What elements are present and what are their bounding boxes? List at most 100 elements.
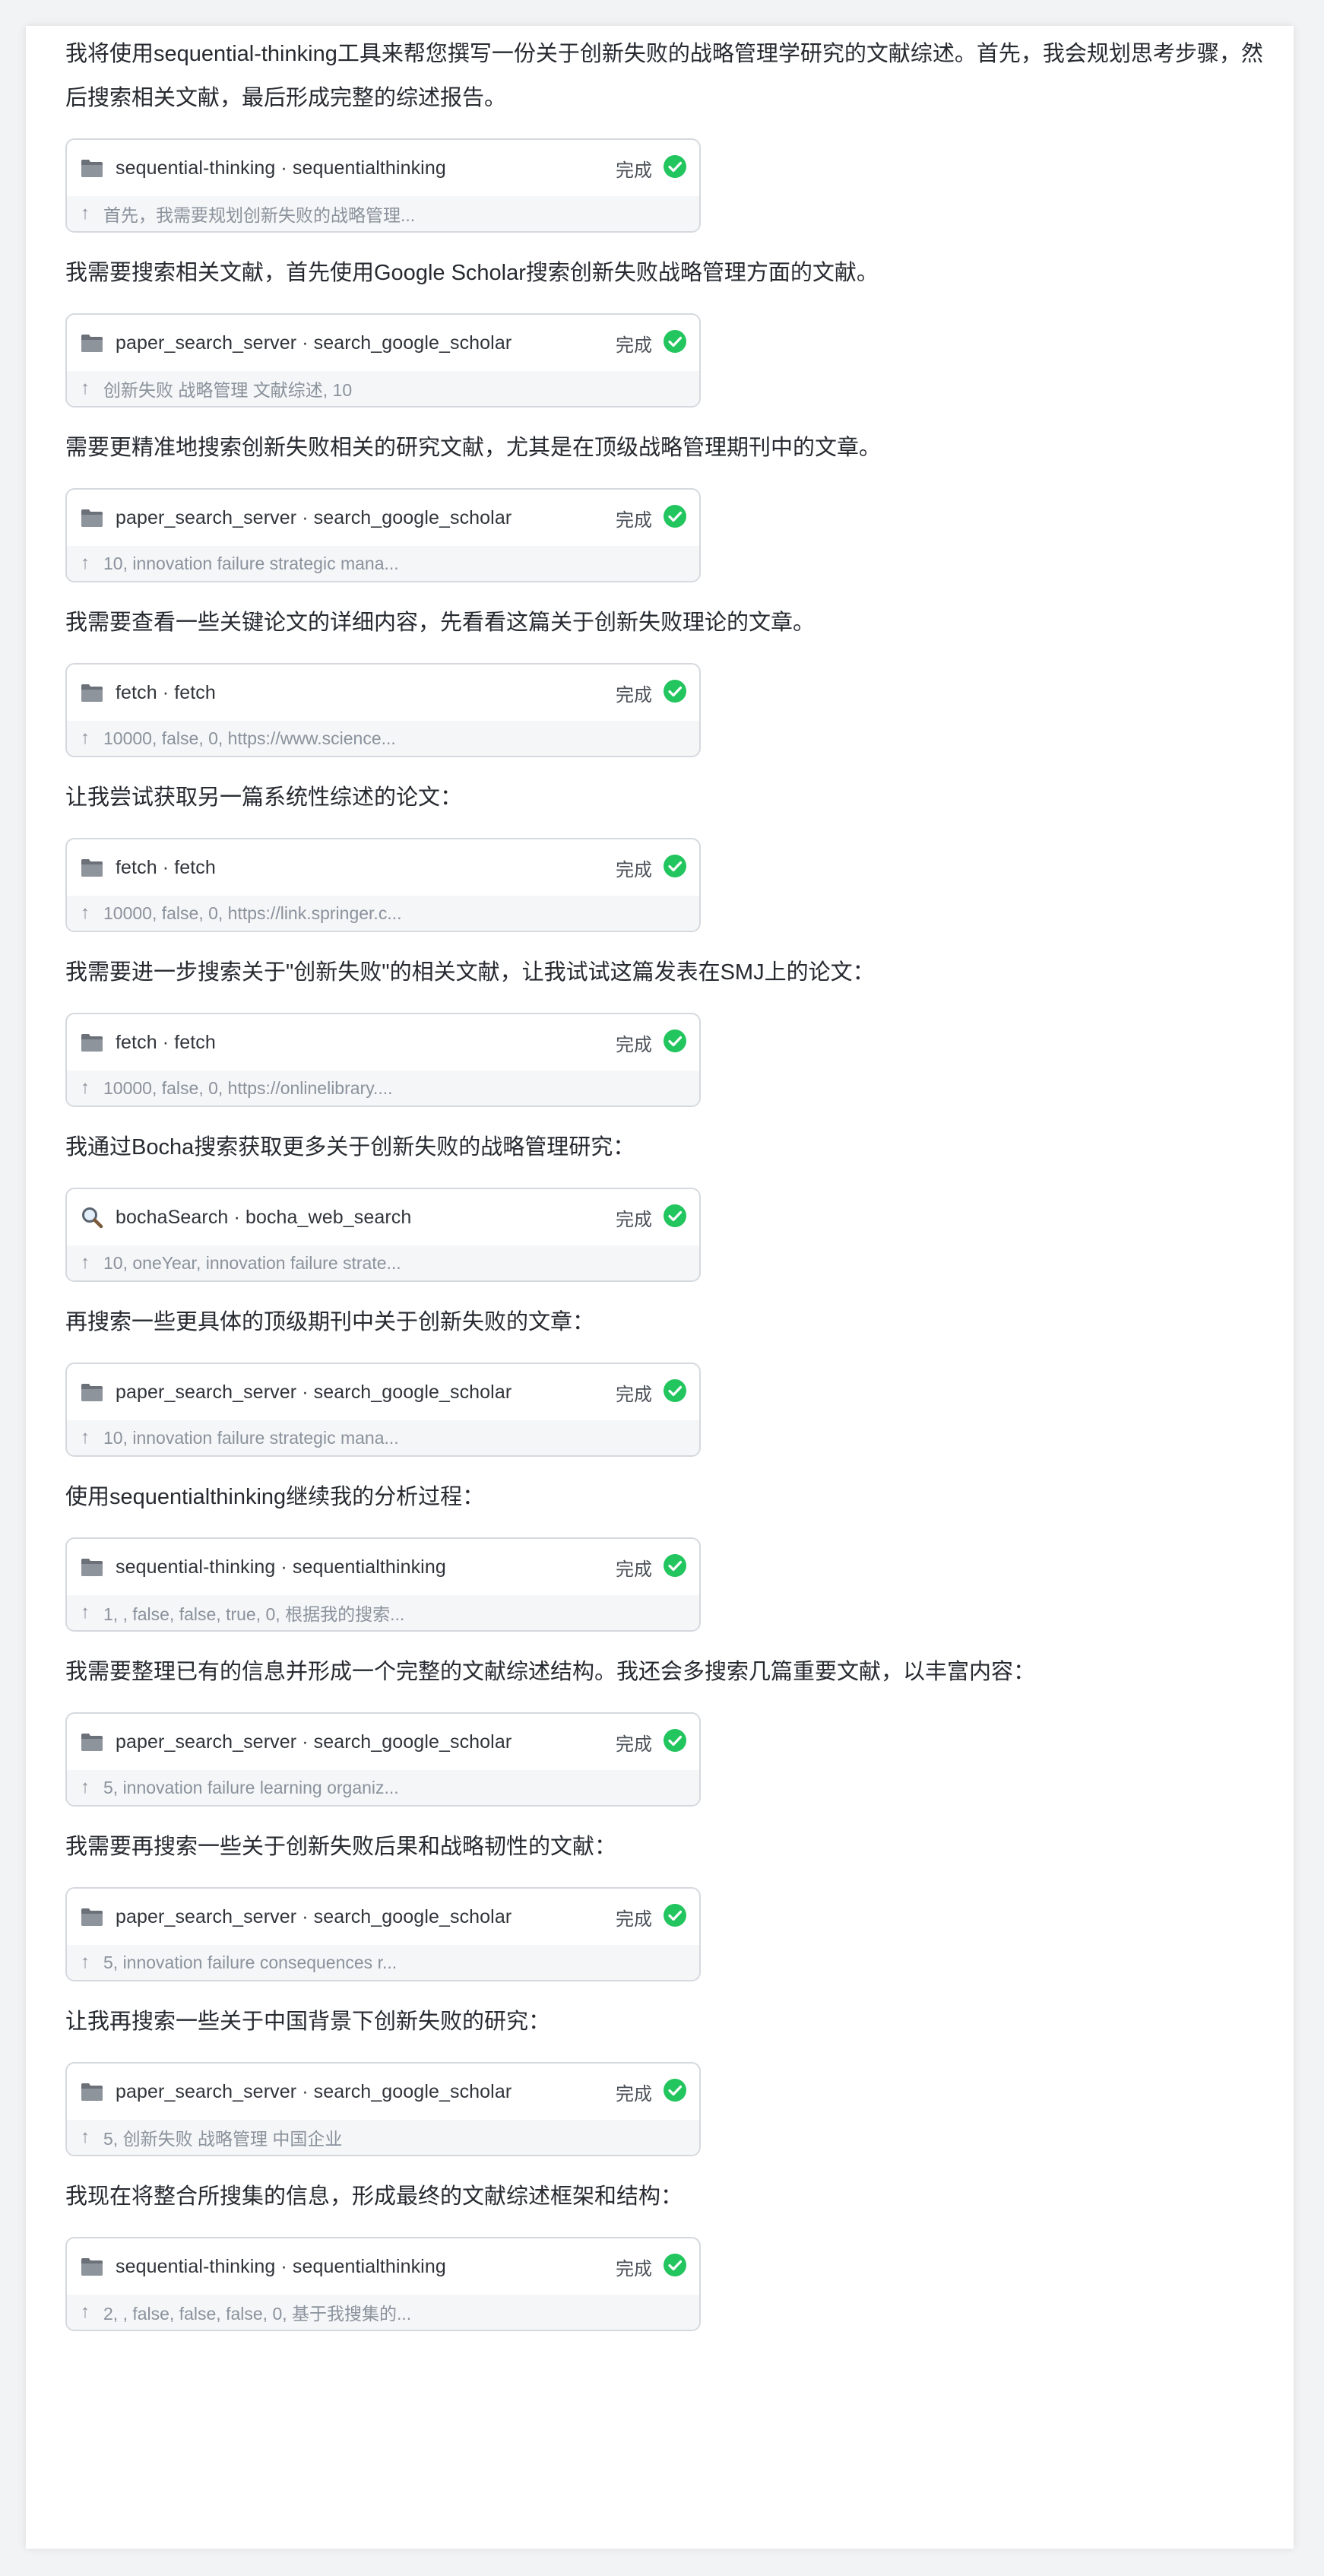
folder-icon <box>79 2080 105 2103</box>
tool-call-args[interactable]: ↑ 10000, false, 0, https://www.science... <box>67 721 699 756</box>
tool-call-header[interactable]: sequential-thinking · sequentialthinking… <box>67 140 699 196</box>
status-label: 完成 <box>616 1559 652 1580</box>
tool-name: fetch · fetch <box>116 856 216 878</box>
tool-args-text: 10, oneYear, innovation failure strate..… <box>103 1252 401 1273</box>
assistant-message-text: 我将使用sequential-thinking工具来帮您撰写一份关于创新失败的战… <box>65 42 1263 110</box>
tool-name: paper_search_server · search_google_scho… <box>116 332 512 354</box>
tool-call-args[interactable]: ↑ 10, oneYear, innovation failure strate.… <box>67 1245 699 1280</box>
status-label: 完成 <box>616 2083 652 2105</box>
tool-args-text: 2, , false, false, false, 0, 基于我搜集的... <box>103 2304 412 2324</box>
tool-args-text: 创新失败 战略管理 文献综述, 10 <box>103 380 353 400</box>
tool-call-header[interactable]: sequential-thinking · sequentialthinking… <box>67 1539 699 1595</box>
tool-call-card[interactable]: paper_search_server · search_google_scho… <box>65 1887 701 1981</box>
check-circle-icon <box>663 504 687 532</box>
assistant-message-text: 我需要搜索相关文献，首先使用Google Scholar搜索创新失败战略管理方面… <box>65 261 879 285</box>
status-label: 完成 <box>616 2258 652 2279</box>
tool-call-header[interactable]: fetch · fetch 完成 <box>67 839 699 896</box>
folder-icon <box>79 1905 105 1928</box>
tool-args-text: 5, innovation failure learning organiz..… <box>103 1777 399 1797</box>
tool-call-card[interactable]: paper_search_server · search_google_scho… <box>65 488 701 582</box>
tool-name: paper_search_server · search_google_scho… <box>116 2080 512 2102</box>
arrow-up-icon: ↑ <box>81 728 90 748</box>
arrow-up-icon: ↑ <box>81 1427 90 1448</box>
tool-call-header[interactable]: bochaSearch · bocha_web_search 完成 <box>67 1189 699 1245</box>
status-label: 完成 <box>616 509 652 531</box>
folder-icon <box>79 1381 105 1404</box>
arrow-up-icon: ↑ <box>81 1602 90 1623</box>
tool-args-text: 首先，我需要规划创新失败的战略管理... <box>103 205 416 225</box>
arrow-up-icon: ↑ <box>81 2302 90 2322</box>
check-circle-icon <box>663 1903 687 1931</box>
tool-call-args[interactable]: ↑ 10000, false, 0, https://link.springer.… <box>67 896 699 931</box>
search-icon <box>79 1206 105 1229</box>
tool-call-args[interactable]: ↑ 5, 创新失败 战略管理 中国企业 <box>67 2120 699 2155</box>
tool-call-card[interactable]: paper_search_server · search_google_scho… <box>65 1363 701 1457</box>
tool-call-args[interactable]: ↑ 2, , false, false, false, 0, 基于我搜集的... <box>67 2295 699 2330</box>
tool-args-text: 10000, false, 0, https://link.springer.c… <box>103 903 402 923</box>
assistant-message-text: 让我再搜索一些关于中国背景下创新失败的研究： <box>65 2010 551 2034</box>
folder-icon <box>79 681 105 704</box>
assistant-message-text: 我需要再搜索一些关于创新失败后果和战略韧性的文献： <box>65 1835 617 1859</box>
tool-name: paper_search_server · search_google_scho… <box>116 1905 512 1927</box>
check-circle-icon <box>663 1029 687 1057</box>
tool-call-header[interactable]: fetch · fetch 完成 <box>67 665 699 721</box>
tool-args-text: 5, 创新失败 战略管理 中国企业 <box>103 2129 343 2149</box>
arrow-up-icon: ↑ <box>81 903 90 923</box>
arrow-up-icon: ↑ <box>81 1252 90 1273</box>
tool-call-args[interactable]: ↑ 1, , false, false, true, 0, 根据我的搜索... <box>67 1595 699 1630</box>
status-label: 完成 <box>616 160 652 181</box>
tool-call-card[interactable]: fetch · fetch 完成 ↑ 10000, false, 0, https:/… <box>65 663 701 757</box>
tool-call-card[interactable]: paper_search_server · search_google_scho… <box>65 2062 701 2156</box>
tool-call-card[interactable]: bochaSearch · bocha_web_search 完成 ↑ 10, one… <box>65 1188 701 1282</box>
assistant-message-text: 我需要进一步搜索关于"创新失败"的相关文献，让我试试这篇发表在SMJ上的论文： <box>65 960 875 985</box>
tool-name: fetch · fetch <box>116 1031 216 1053</box>
folder-icon <box>79 1731 105 1753</box>
tool-call-header[interactable]: paper_search_server · search_google_scho… <box>67 1889 699 1945</box>
tool-call-card[interactable]: fetch · fetch 完成 ↑ 10000, false, 0, https:/… <box>65 1013 701 1107</box>
check-circle-icon <box>663 1204 687 1232</box>
tool-call-header[interactable]: paper_search_server · search_google_scho… <box>67 315 699 371</box>
tool-call-card[interactable]: sequential-thinking · sequentialthinking… <box>65 2237 701 2331</box>
tool-call-header[interactable]: paper_search_server · search_google_scho… <box>67 1364 699 1420</box>
tool-name: paper_search_server · search_google_scho… <box>116 506 512 528</box>
tool-call-header[interactable]: paper_search_server · search_google_scho… <box>67 1714 699 1770</box>
tool-call-args[interactable]: ↑ 首先，我需要规划创新失败的战略管理... <box>67 196 699 231</box>
check-circle-icon <box>663 854 687 882</box>
tool-call-header[interactable]: paper_search_server · search_google_scho… <box>67 490 699 546</box>
tool-args-text: 5, innovation failure consequences r... <box>103 1952 398 1972</box>
folder-icon <box>79 157 105 179</box>
check-circle-icon <box>663 154 687 182</box>
folder-icon <box>79 1556 105 1578</box>
tool-call-card[interactable]: fetch · fetch 完成 ↑ 10000, false, 0, https:/… <box>65 838 701 932</box>
check-circle-icon <box>663 329 687 357</box>
arrow-up-icon: ↑ <box>81 2127 90 2147</box>
tool-args-text: 10, innovation failure strategic mana... <box>103 1427 399 1448</box>
check-circle-icon <box>663 1553 687 1581</box>
check-circle-icon <box>663 679 687 707</box>
tool-name: paper_search_server · search_google_scho… <box>116 1381 512 1403</box>
arrow-up-icon: ↑ <box>81 203 90 224</box>
assistant-message-text: 需要更精准地搜索创新失败相关的研究文献，尤其是在顶级战略管理期刊中的文章。 <box>65 436 882 460</box>
tool-name: sequential-thinking · sequentialthinking <box>116 1556 446 1578</box>
tool-args-text: 1, , false, false, true, 0, 根据我的搜索... <box>103 1604 405 1624</box>
tool-call-header[interactable]: sequential-thinking · sequentialthinking… <box>67 2238 699 2295</box>
status-label: 完成 <box>616 1734 652 1755</box>
tool-call-card[interactable]: paper_search_server · search_google_scho… <box>65 1712 701 1807</box>
chat-transcript: 我将使用sequential-thinking工具来帮您撰写一份关于创新失败的战… <box>26 26 1294 2549</box>
assistant-message-text: 我通过Bocha搜索获取更多关于创新失败的战略管理研究： <box>65 1135 635 1160</box>
tool-call-header[interactable]: fetch · fetch 完成 <box>67 1014 699 1071</box>
arrow-up-icon: ↑ <box>81 378 90 398</box>
tool-call-card[interactable]: paper_search_server · search_google_scho… <box>65 313 701 408</box>
tool-call-args[interactable]: ↑ 5, innovation failure learning organiz.… <box>67 1770 699 1805</box>
tool-call-args[interactable]: ↑ 5, innovation failure consequences r... <box>67 1945 699 1980</box>
tool-name: sequential-thinking · sequentialthinking <box>116 157 446 179</box>
tool-call-args[interactable]: ↑ 10, innovation failure strategic mana..… <box>67 1420 699 1455</box>
tool-call-card[interactable]: sequential-thinking · sequentialthinking… <box>65 1537 701 1632</box>
tool-call-header[interactable]: paper_search_server · search_google_scho… <box>67 2064 699 2120</box>
status-label: 完成 <box>616 1908 652 1930</box>
tool-call-args[interactable]: ↑ 10000, false, 0, https://onlinelibrary.… <box>67 1071 699 1106</box>
check-circle-icon <box>663 1728 687 1756</box>
tool-call-card[interactable]: sequential-thinking · sequentialthinking… <box>65 138 701 233</box>
tool-call-args[interactable]: ↑ 10, innovation failure strategic mana..… <box>67 546 699 581</box>
tool-call-args[interactable]: ↑ 创新失败 战略管理 文献综述, 10 <box>67 371 699 406</box>
